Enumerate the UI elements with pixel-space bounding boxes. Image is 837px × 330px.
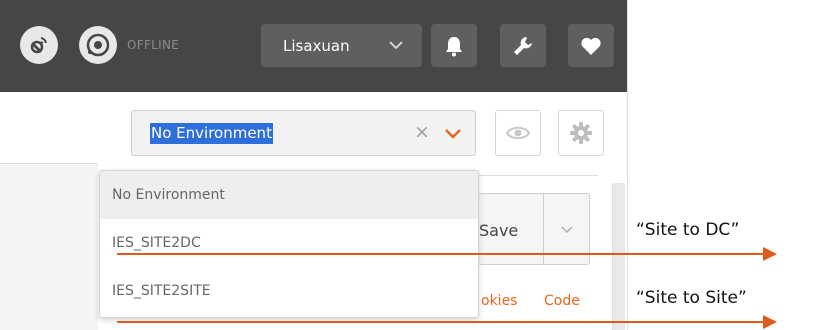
sync-icon <box>86 33 110 57</box>
environment-dropdown: No Environment IES_SITE2DC IES_SITE2SITE <box>99 170 479 318</box>
environment-option-label: IES_SITE2DC <box>112 235 201 251</box>
wrench-icon <box>514 36 532 55</box>
sync-button[interactable] <box>79 26 117 64</box>
code-link[interactable]: Code <box>544 293 580 309</box>
user-menu-button[interactable]: Lisaxuan <box>261 24 422 67</box>
environment-option-label: IES_SITE2SITE <box>112 283 211 299</box>
heart-icon <box>581 37 601 55</box>
sidebar-area <box>0 164 98 330</box>
save-label: Save <box>479 221 519 240</box>
divider <box>0 163 98 164</box>
chevron-down-icon <box>561 226 573 233</box>
chevron-down-icon <box>389 41 403 50</box>
environment-option[interactable]: IES_SITE2SITE <box>100 267 478 315</box>
chevron-down-icon[interactable] <box>444 128 462 140</box>
annotation-arrow <box>117 253 767 255</box>
cookies-link[interactable]: okies <box>481 293 517 309</box>
environment-option-label: No Environment <box>112 187 225 203</box>
offline-status: OFFLINE <box>127 38 180 52</box>
notifications-button[interactable] <box>431 24 477 67</box>
settings-button[interactable] <box>500 24 546 67</box>
top-bar: OFFLINE Lisaxuan <box>0 0 627 92</box>
scrollbar[interactable] <box>612 183 625 330</box>
arrowhead <box>763 315 777 329</box>
gear-icon <box>570 122 592 144</box>
postman-app: OFFLINE Lisaxuan No Environment × Save o… <box>0 0 627 330</box>
annotation-site-to-dc: “Site to DC” <box>636 220 740 240</box>
environment-selected-value: No Environment <box>150 123 273 144</box>
environment-option[interactable]: No Environment <box>100 171 478 219</box>
environment-option[interactable]: IES_SITE2DC <box>100 219 478 267</box>
bell-icon <box>446 36 462 56</box>
annotation-site-to-site: “Site to Site” <box>636 288 747 308</box>
user-name: Lisaxuan <box>283 36 350 55</box>
eye-icon <box>506 126 530 140</box>
clear-environment-icon[interactable]: × <box>414 122 430 142</box>
arrowhead <box>763 247 777 261</box>
satellite-icon <box>30 37 47 54</box>
manage-environments-button[interactable] <box>558 110 604 156</box>
window-edge <box>627 0 628 330</box>
annotation-arrow <box>117 321 767 323</box>
environment-select[interactable]: No Environment × <box>131 110 476 156</box>
satellite-button[interactable] <box>20 26 58 64</box>
heart-button[interactable] <box>568 24 614 67</box>
environment-quick-look-button[interactable] <box>495 110 541 156</box>
